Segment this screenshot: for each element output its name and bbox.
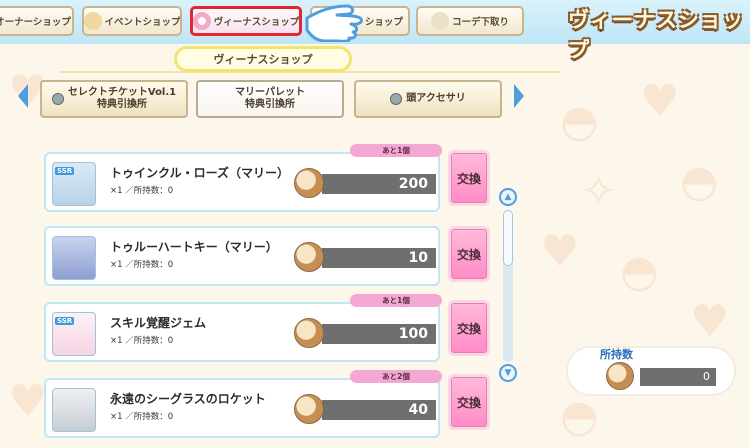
list-item: 永遠のシーグラスのロケット ×1 ／所持数：0 あと2個 40 (44, 370, 442, 438)
venus-icon (193, 12, 211, 30)
exchange-button[interactable]: 交換 (448, 150, 490, 206)
item-list: SSR トゥインクル・ローズ（マリー） ×1 ／所持数：0 あと1個 200 交… (44, 140, 500, 440)
item-name: スキル覚醒ジェム (110, 316, 207, 330)
owned-label: 所持数 (600, 348, 633, 361)
arrow-down-icon[interactable]: ▼ (499, 364, 517, 382)
background-heart-icon: ♥ (640, 76, 680, 127)
page-title: ヴィーナスショップ (568, 8, 744, 62)
marie-palette-icon (606, 362, 634, 390)
tab-label: コーデ下取り (451, 17, 509, 28)
tab-label: イベントショップ (104, 17, 181, 28)
item-name: トゥルーハートキー（マリー） (110, 240, 278, 254)
item-quantity: ×1 ／所持数：0 (110, 186, 174, 196)
item-thumbnail: SSR (52, 312, 96, 356)
background-bikini-icon: ✧ (580, 166, 617, 217)
owned-value: 0 (640, 368, 716, 386)
rarity-badge: SSR (55, 317, 75, 325)
item-quantity: ×1 ／所持数：0 (110, 336, 174, 346)
category-select-ticket[interactable]: セレクトチケットVol.1 特典引換所 (40, 80, 188, 118)
exchange-button[interactable]: 交換 (448, 300, 490, 356)
item-price: 10 (322, 248, 436, 268)
exchange-button[interactable]: 交換 (448, 226, 490, 282)
accessory-icon (390, 93, 403, 105)
category-label: セレクトチケットVol.1 (67, 87, 177, 98)
rarity-badge: SSR (55, 167, 75, 175)
scroll-thumb[interactable] (503, 210, 513, 266)
marie-palette-icon (294, 318, 324, 348)
item-list-scrollbar[interactable]: ▲ ▼ (499, 188, 519, 384)
item-name: トゥインクル・ローズ（マリー） (110, 166, 290, 180)
marie-palette-icon (294, 242, 324, 272)
tab-owner-shop[interactable]: オーナーショップ (0, 6, 74, 36)
category-prev-arrow[interactable] (18, 84, 28, 108)
remaining-badge: あと1個 (350, 294, 442, 307)
background-heart-icon: ♥ (540, 226, 580, 277)
category-label: 特典引換所 (245, 99, 295, 110)
pointing-hand-icon (305, 4, 363, 42)
background-bag-icon: ◓ (620, 246, 659, 297)
tab-label: オーナーショップ (0, 17, 71, 28)
item-name: 永遠のシーグラスのロケット (110, 392, 266, 406)
list-item: SSR トゥインクル・ローズ（マリー） ×1 ／所持数：0 あと1個 200 (44, 144, 442, 212)
arrow-up-icon[interactable]: ▲ (499, 188, 517, 206)
category-label: 頭アクセサリ (406, 93, 466, 104)
item-quantity: ×1 ／所持数：0 (110, 412, 174, 422)
background-bag-icon: ◓ (560, 96, 599, 147)
tab-label: ショップ (364, 17, 403, 28)
category-label: 特典引換所 (97, 99, 147, 110)
item-quantity: ×1 ／所持数：0 (110, 260, 174, 270)
item-price: 100 (322, 324, 436, 344)
wand-icon (84, 12, 102, 30)
tab-outfit-tradein[interactable]: コーデ下取り (416, 6, 524, 36)
remaining-badge: あと1個 (350, 144, 442, 157)
item-thumbnail: SSR (52, 162, 96, 206)
tab-label: ヴィーナスショップ (213, 17, 300, 28)
background-heart-icon: ♥ (690, 296, 730, 347)
category-label: マリーパレット (235, 87, 305, 98)
tab-venus-shop[interactable]: ヴィーナスショップ (190, 6, 302, 36)
item-price: 40 (322, 400, 436, 420)
item-thumbnail (52, 236, 96, 280)
ticket-icon (51, 93, 64, 105)
marie-palette-icon (294, 394, 324, 424)
list-item: SSR スキル覚醒ジェム ×1 ／所持数：0 あと1個 100 (44, 294, 442, 362)
remaining-badge: あと2個 (350, 370, 442, 383)
shop-subtitle: ヴィーナスショップ (174, 46, 352, 72)
item-price: 200 (322, 174, 436, 194)
category-head-accessory[interactable]: 頭アクセサリ (354, 80, 502, 118)
tab-event-shop[interactable]: イベントショップ (82, 6, 182, 36)
background-bag-icon: ◓ (560, 391, 599, 442)
category-next-arrow[interactable] (514, 84, 524, 108)
background-heart-icon: ♥ (8, 376, 48, 427)
item-thumbnail (52, 388, 96, 432)
exchange-button[interactable]: 交換 (448, 374, 490, 430)
background-bag-icon: ◓ (680, 156, 719, 207)
list-item: トゥルーハートキー（マリー） ×1 ／所持数：0 10 (44, 226, 440, 286)
bunny-icon (430, 12, 449, 30)
category-marie-palette[interactable]: マリーパレット 特典引換所 (196, 80, 344, 118)
marie-palette-icon (294, 168, 324, 198)
